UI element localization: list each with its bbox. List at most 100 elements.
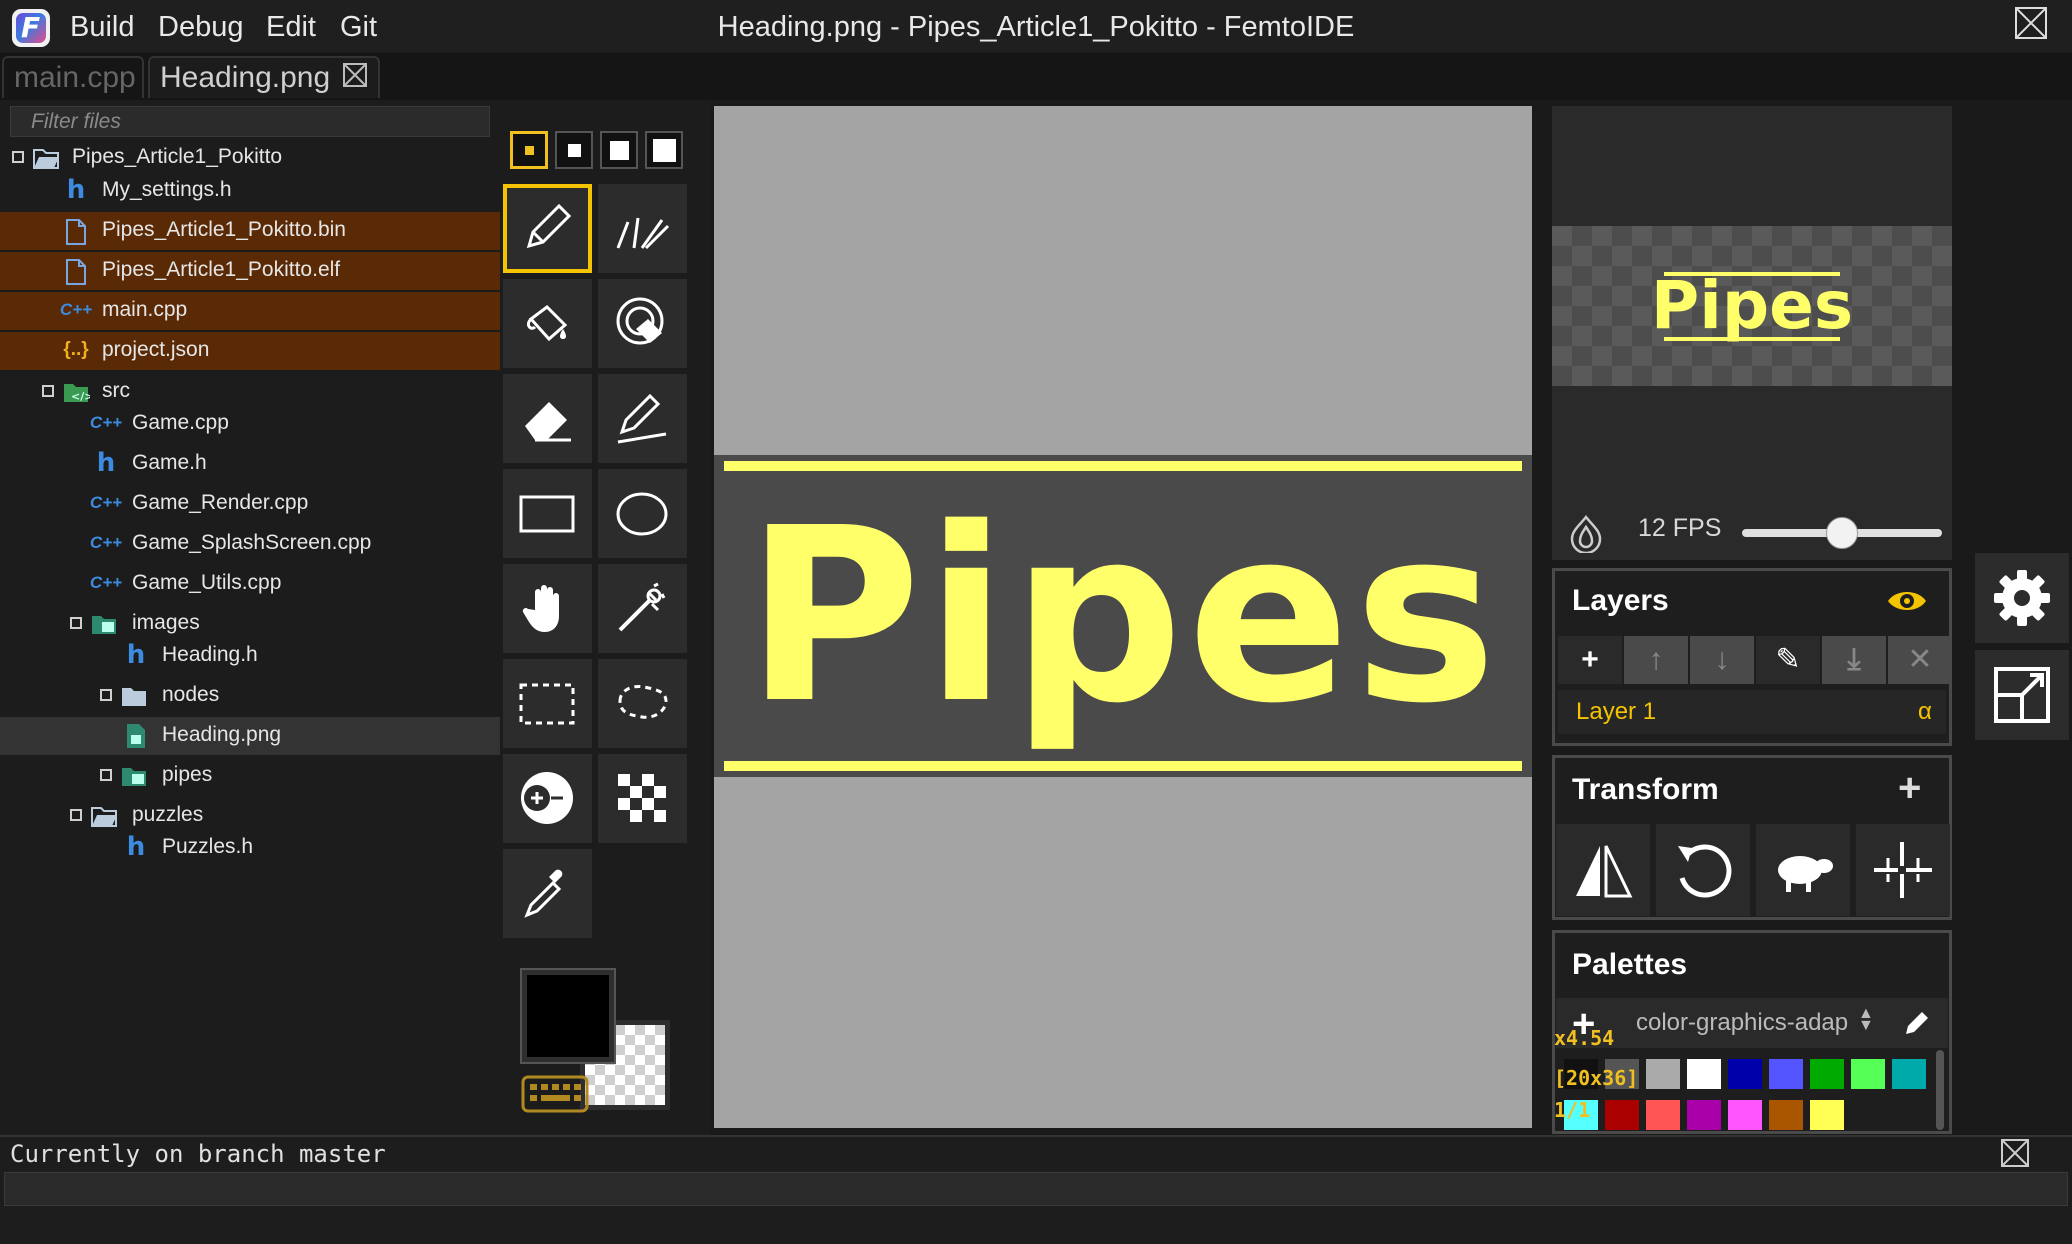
add-transform-button[interactable]: +: [1898, 766, 1921, 811]
spray-tool[interactable]: [598, 184, 687, 273]
tree-item-main-cpp[interactable]: C++ main.cpp: [0, 292, 500, 330]
tree-item-game-splashscreen-cpp[interactable]: C++ Game_SplashScreen.cpp: [0, 525, 500, 563]
collapse-toggle[interactable]: [100, 769, 112, 781]
palette-swatch[interactable]: [1892, 1059, 1926, 1089]
edit-palette-icon[interactable]: [1902, 1008, 1932, 1038]
menu-build[interactable]: Build: [70, 8, 135, 46]
collapse-toggle[interactable]: [70, 809, 82, 821]
rect-select-tool[interactable]: [503, 659, 592, 748]
tree-item-label: Game_Utils.cpp: [132, 571, 282, 594]
brush-size-3[interactable]: [600, 131, 638, 169]
tree-item-bin[interactable]: Pipes_Article1_Pokitto.bin: [0, 212, 500, 250]
delete-layer-button[interactable]: ✕: [1888, 636, 1952, 684]
collapse-toggle[interactable]: [42, 385, 54, 397]
add-layer-button[interactable]: +: [1558, 636, 1622, 684]
layer-alpha-icon[interactable]: α: [1918, 698, 1932, 726]
dodge-burn-tool[interactable]: [503, 754, 592, 843]
palette-swatch[interactable]: [1810, 1100, 1844, 1130]
foreground-color-swatch[interactable]: [520, 968, 616, 1064]
palette-swatch[interactable]: [1728, 1059, 1762, 1089]
brush-size-4[interactable]: [645, 131, 683, 169]
tree-item-nodes[interactable]: nodes: [0, 677, 500, 715]
close-tab-icon[interactable]: [342, 62, 368, 88]
rotate-icon: [1678, 844, 1732, 898]
crop-resize-button[interactable]: [1856, 824, 1950, 916]
ellipse-tool[interactable]: [598, 469, 687, 558]
keyboard-icon[interactable]: [520, 1074, 590, 1114]
palette-swatch[interactable]: [1851, 1059, 1885, 1089]
move-layer-down-button[interactable]: ↓: [1690, 636, 1754, 684]
close-window-icon[interactable]: [2014, 6, 2048, 40]
tree-item-game-cpp[interactable]: C++ Game.cpp: [0, 405, 500, 443]
tree-item-game-render-cpp[interactable]: C++ Game_Render.cpp: [0, 485, 500, 523]
eyedropper-tool[interactable]: [503, 849, 592, 938]
fps-slider-thumb[interactable]: [1826, 517, 1858, 549]
onion-skin-icon[interactable]: [1566, 513, 1606, 555]
global-fill-tool[interactable]: [598, 279, 687, 368]
pencil-tool[interactable]: [503, 184, 592, 273]
crop-icon: [1874, 842, 1932, 898]
arrow-up-icon: ↑: [1648, 643, 1664, 676]
tree-item-pipes[interactable]: pipes: [0, 757, 500, 795]
settings-button[interactable]: [1975, 553, 2069, 643]
palette-swatch[interactable]: [1646, 1100, 1680, 1130]
pan-tool[interactable]: [503, 564, 592, 653]
lasso-tool[interactable]: [598, 659, 687, 748]
menu-edit[interactable]: Edit: [266, 8, 316, 46]
rotate-button[interactable]: [1656, 824, 1750, 916]
tree-item-project-json[interactable]: {..} project.json: [0, 332, 500, 370]
magic-wand-tool[interactable]: [598, 564, 687, 653]
palette-swatch[interactable]: [1605, 1100, 1639, 1130]
console-input[interactable]: [4, 1172, 2068, 1206]
collapse-toggle[interactable]: [100, 689, 112, 701]
brush-size-1[interactable]: [510, 131, 548, 169]
layer-row[interactable]: Layer 1 α: [1558, 690, 1946, 734]
tree-item-elf[interactable]: Pipes_Article1_Pokitto.elf: [0, 252, 500, 290]
index-overlay: 1/1: [1554, 1098, 1591, 1122]
app-logo-icon[interactable]: F: [12, 9, 50, 47]
bottom-yellow-line: [724, 761, 1522, 771]
eraser-tool[interactable]: [503, 374, 592, 463]
tree-item-my-settings-h[interactable]: h My_settings.h: [0, 172, 500, 210]
palette-swatch[interactable]: [1687, 1100, 1721, 1130]
palette-swatch[interactable]: [1646, 1059, 1680, 1089]
tab-main-cpp[interactable]: main.cpp: [2, 56, 144, 98]
palette-swatch[interactable]: [1728, 1100, 1762, 1130]
palette-swatch[interactable]: [1769, 1059, 1803, 1089]
palette-swatch[interactable]: [1810, 1059, 1844, 1089]
eye-visibility-icon[interactable]: [1886, 586, 1928, 616]
expand-button[interactable]: [1975, 650, 2069, 740]
menu-debug[interactable]: Debug: [158, 8, 243, 46]
heading-image[interactable]: Pipes: [714, 455, 1532, 777]
menu-git[interactable]: Git: [340, 8, 377, 46]
collapse-toggle[interactable]: [70, 617, 82, 629]
fill-tool[interactable]: [503, 279, 592, 368]
merge-layer-button[interactable]: ⤓: [1822, 636, 1886, 684]
tree-item-game-utils-cpp[interactable]: C++ Game_Utils.cpp: [0, 565, 500, 603]
sheep-transform-button[interactable]: [1756, 824, 1850, 916]
collapse-toggle[interactable]: [12, 151, 24, 163]
arrow-down-icon: ↓: [1714, 643, 1730, 676]
rename-layer-button[interactable]: ✎: [1756, 636, 1820, 684]
palette-swatch[interactable]: [1769, 1100, 1803, 1130]
move-layer-up-button[interactable]: ↑: [1624, 636, 1688, 684]
tree-item-puzzles-h[interactable]: h Puzzles.h: [0, 829, 500, 867]
tree-item-heading-h[interactable]: h Heading.h: [0, 637, 500, 675]
palette-scrollbar[interactable]: [1936, 1050, 1944, 1130]
pencil-icon: ✎: [1775, 643, 1801, 676]
flip-button[interactable]: [1556, 824, 1650, 916]
filter-files-input[interactable]: Filter files: [10, 106, 490, 137]
palette-swatch[interactable]: [1687, 1059, 1721, 1089]
tree-item-heading-png[interactable]: Heading.png: [0, 717, 500, 755]
tree-item-label: Puzzles.h: [162, 835, 254, 858]
palette-select[interactable]: color-graphics-adap ▲ ▼: [1620, 1002, 1874, 1042]
brush-size-2[interactable]: [555, 131, 593, 169]
close-console-icon[interactable]: [2000, 1138, 2030, 1168]
layer-name: Layer 1: [1576, 698, 1657, 725]
source-folder-icon: </>: [64, 384, 90, 403]
tree-item-game-h[interactable]: h Game.h: [0, 445, 500, 483]
rect-select-icon: [519, 683, 575, 725]
dither-tool[interactable]: [598, 754, 687, 843]
line-tool[interactable]: [598, 374, 687, 463]
rectangle-tool[interactable]: [503, 469, 592, 558]
